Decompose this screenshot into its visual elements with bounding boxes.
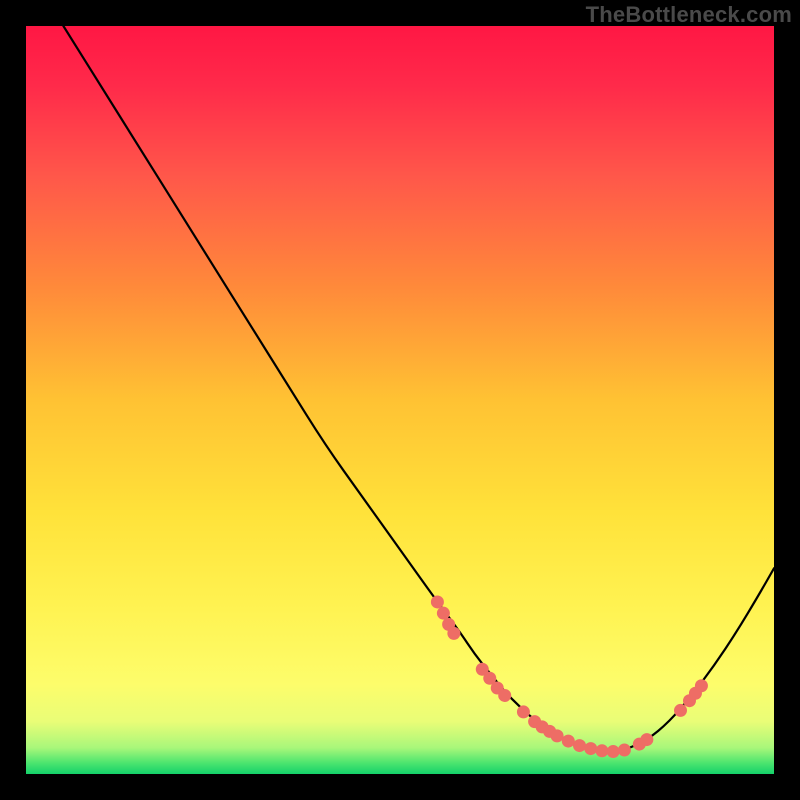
data-marker bbox=[674, 704, 687, 717]
data-marker bbox=[562, 735, 575, 748]
data-marker bbox=[498, 689, 511, 702]
data-marker bbox=[695, 679, 708, 692]
data-marker bbox=[640, 733, 653, 746]
bottleneck-chart bbox=[26, 26, 774, 774]
data-marker bbox=[573, 739, 586, 752]
watermark-label: TheBottleneck.com bbox=[586, 2, 792, 28]
data-marker bbox=[437, 607, 450, 620]
data-marker bbox=[607, 745, 620, 758]
data-marker bbox=[584, 742, 597, 755]
gradient-background bbox=[26, 26, 774, 774]
data-marker bbox=[595, 744, 608, 757]
data-marker bbox=[517, 705, 530, 718]
chart-frame bbox=[26, 26, 774, 774]
data-marker bbox=[551, 729, 564, 742]
data-marker bbox=[431, 595, 444, 608]
data-marker bbox=[447, 627, 460, 640]
data-marker bbox=[618, 744, 631, 757]
